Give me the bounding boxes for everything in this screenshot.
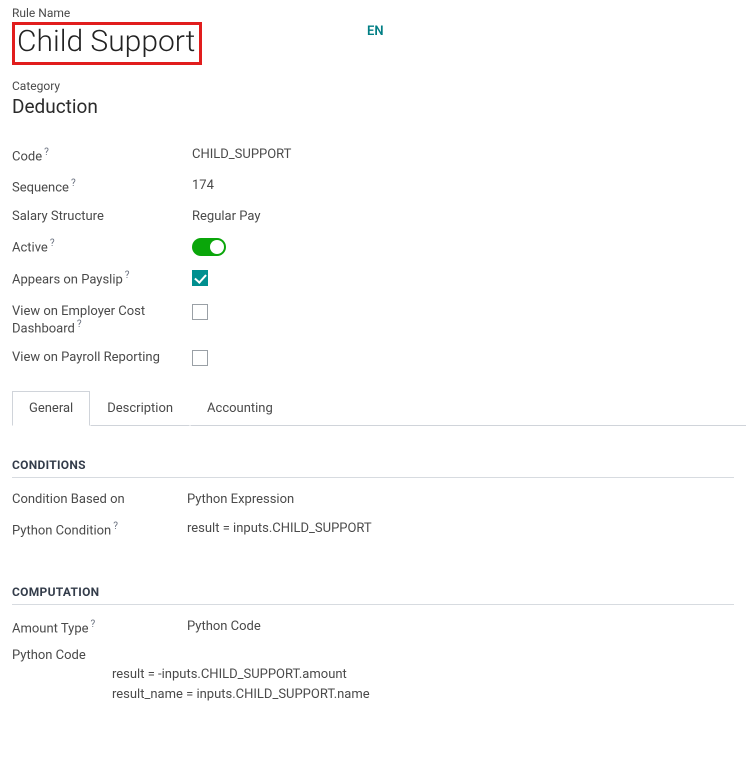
help-icon[interactable]: ? bbox=[123, 270, 130, 281]
salary-structure-label: Salary Structure bbox=[12, 202, 192, 231]
help-icon[interactable]: ? bbox=[89, 619, 96, 630]
payroll-reporting-checkbox[interactable] bbox=[192, 350, 208, 366]
computation-heading: COMPUTATION bbox=[12, 585, 734, 605]
condition-based-on-value[interactable]: Python Expression bbox=[187, 492, 294, 507]
category-value[interactable]: Deduction bbox=[12, 95, 734, 118]
help-icon[interactable]: ? bbox=[111, 521, 118, 532]
form-fields: Code? CHILD_SUPPORT Sequence? 174 Salary… bbox=[12, 140, 734, 378]
language-badge[interactable]: EN bbox=[367, 24, 384, 39]
tab-general[interactable]: General bbox=[12, 391, 90, 426]
code-value[interactable]: CHILD_SUPPORT bbox=[192, 140, 734, 171]
payroll-reporting-label: View on Payroll Reporting bbox=[12, 343, 192, 377]
rule-name-highlight: Child Support bbox=[12, 22, 202, 65]
help-icon[interactable]: ? bbox=[48, 238, 55, 249]
help-icon[interactable]: ? bbox=[75, 319, 82, 330]
category-label: Category bbox=[12, 79, 734, 93]
sequence-label: Sequence bbox=[12, 180, 69, 195]
amount-type-label: Amount Type bbox=[12, 621, 89, 636]
tab-accounting[interactable]: Accounting bbox=[190, 391, 290, 426]
salary-structure-value[interactable]: Regular Pay bbox=[192, 202, 734, 231]
appears-on-payslip-label: Appears on Payslip bbox=[12, 272, 123, 287]
rule-name-value[interactable]: Child Support bbox=[17, 25, 195, 60]
help-icon[interactable]: ? bbox=[69, 178, 76, 189]
amount-type-value[interactable]: Python Code bbox=[187, 619, 261, 636]
employer-cost-checkbox[interactable] bbox=[192, 304, 208, 320]
python-code-label: Python Code bbox=[12, 648, 187, 663]
python-condition-label: Python Condition bbox=[12, 524, 111, 539]
appears-on-payslip-checkbox[interactable] bbox=[192, 270, 208, 286]
condition-based-on-label: Condition Based on bbox=[12, 492, 187, 507]
tab-description[interactable]: Description bbox=[90, 391, 190, 426]
code-label: Code bbox=[12, 149, 42, 164]
tabs: General Description Accounting bbox=[12, 391, 734, 426]
active-label: Active bbox=[12, 240, 48, 255]
python-code-value[interactable]: result = -inputs.CHILD_SUPPORT.amount re… bbox=[112, 665, 734, 704]
conditions-heading: CONDITIONS bbox=[12, 458, 734, 478]
sequence-value[interactable]: 174 bbox=[192, 171, 734, 202]
rule-name-label: Rule Name bbox=[12, 6, 734, 20]
python-condition-value[interactable]: result = inputs.CHILD_SUPPORT bbox=[187, 521, 372, 538]
active-toggle[interactable] bbox=[192, 238, 226, 256]
help-icon[interactable]: ? bbox=[42, 147, 49, 158]
